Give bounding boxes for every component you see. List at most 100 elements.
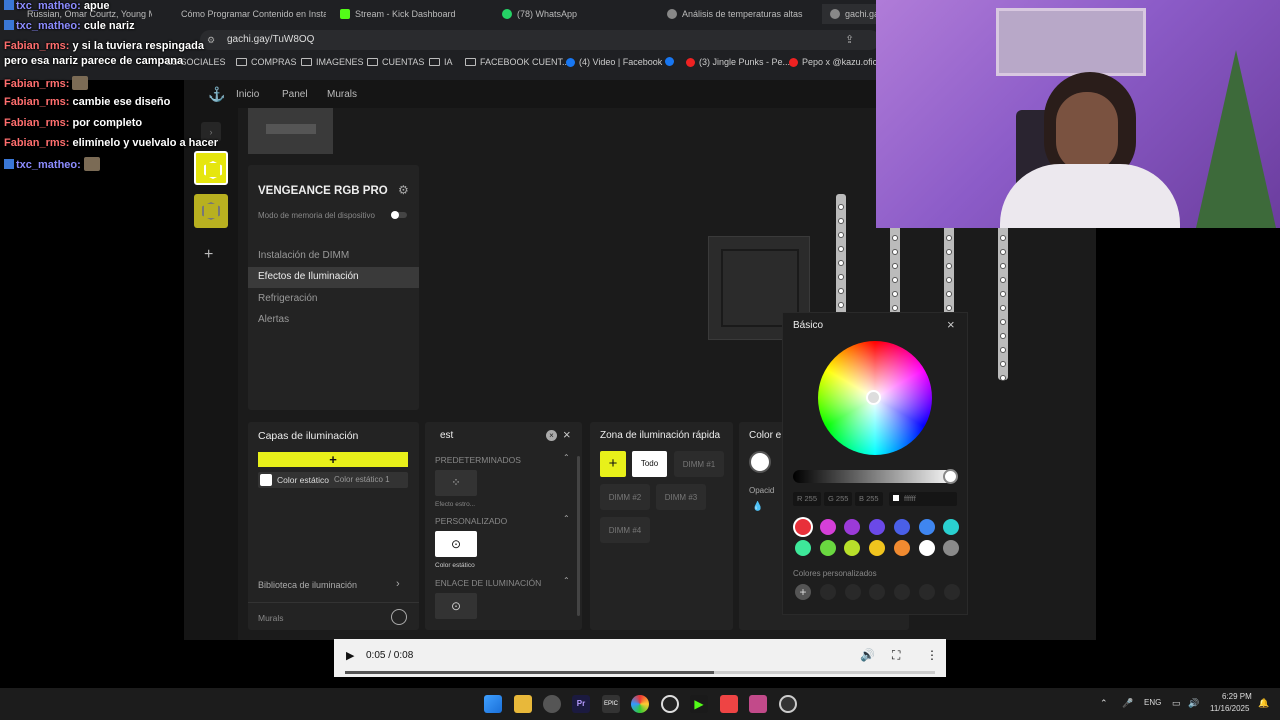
tray-chevron-icon[interactable]: ⌃ (1100, 698, 1108, 709)
color-swatch[interactable] (943, 519, 960, 535)
clock-date[interactable]: 11/16/2025 (1210, 704, 1249, 713)
microphone-icon[interactable]: 🎤 (1122, 698, 1133, 709)
color-swatch[interactable] (918, 519, 935, 535)
menu-lighting-effects[interactable]: Efectos de Iluminación (258, 271, 359, 282)
gear-icon[interactable]: ⚙ (398, 183, 409, 197)
effects-scrollbar[interactable] (577, 456, 580, 616)
nav-inicio[interactable]: Inicio (236, 89, 259, 100)
color-swatch[interactable] (893, 540, 910, 556)
color-swatch[interactable] (819, 540, 836, 556)
custom-color-slot[interactable] (844, 584, 861, 600)
color-swatch[interactable] (819, 519, 836, 535)
windows-start-icon[interactable] (484, 695, 502, 713)
bookmark-facebook-cuentas[interactable]: FACEBOOK CUENT... (465, 57, 570, 67)
current-color-swatch[interactable] (749, 451, 771, 473)
settings-app-icon[interactable] (543, 695, 561, 713)
color-wheel-handle[interactable] (866, 390, 881, 405)
color-swatch[interactable] (893, 519, 910, 535)
custom-color-slot[interactable] (918, 584, 935, 600)
speaker-icon[interactable]: 🔊 (1188, 698, 1199, 709)
nav-panel[interactable]: Panel (282, 89, 308, 100)
site-settings-icon[interactable]: ⚙ (207, 35, 215, 46)
color-swatch[interactable] (795, 540, 811, 556)
brave-icon[interactable] (720, 695, 738, 713)
bookmark-imagenes[interactable]: IMAGENES (301, 57, 364, 67)
brightness-handle[interactable] (943, 469, 958, 484)
r-input[interactable]: R 255 (793, 492, 821, 506)
bookmark-facebook-2[interactable] (665, 57, 674, 66)
effect-preset-button[interactable]: ⁘ (435, 470, 477, 496)
tab-temperatures[interactable]: Análisis de temperaturas altas (667, 4, 817, 24)
nav-murals[interactable]: Murals (327, 89, 357, 100)
color-swatch[interactable] (869, 540, 886, 556)
add-layer-button[interactable]: + (258, 452, 408, 467)
color-wheel[interactable] (818, 341, 932, 455)
color-swatch[interactable] (918, 540, 935, 556)
more-options-icon[interactable]: ⋮ (926, 648, 938, 662)
notifications-icon[interactable]: 🔔 (1258, 698, 1269, 709)
brightness-slider[interactable] (793, 469, 958, 484)
dimm-strip[interactable] (998, 225, 1008, 381)
b-input[interactable]: B 255 (855, 492, 883, 506)
device-secondary-button[interactable] (194, 194, 228, 228)
lighting-library-link[interactable]: Biblioteca de iluminación (258, 580, 357, 590)
volume-icon[interactable]: 🔊 (860, 648, 875, 662)
share-icon[interactable]: ⇪ (845, 33, 854, 46)
close-icon[interactable]: × (563, 427, 571, 442)
zone-dimm3[interactable]: DIMM #3 (656, 484, 706, 510)
language-indicator[interactable]: ENG (1144, 698, 1161, 707)
device-vengeance-button[interactable] (194, 151, 228, 185)
bookmark-cuentas[interactable]: CUENTAS (367, 57, 424, 67)
premiere-icon[interactable]: Pr (572, 695, 590, 713)
tab-instagram-guide[interactable]: Cómo Programar Contenido en Insta... (176, 4, 326, 24)
tab-kick-dashboard[interactable]: Stream - Kick Dashboard (340, 4, 480, 24)
add-custom-color-button[interactable]: + (795, 584, 811, 600)
epic-games-icon[interactable]: EPIC (602, 695, 620, 713)
close-icon[interactable]: × (947, 317, 955, 332)
tab-whatsapp[interactable]: (78) WhatsApp (502, 4, 642, 24)
zone-dimm2[interactable]: DIMM #2 (600, 484, 650, 510)
clear-search-icon[interactable]: × (546, 430, 557, 441)
layer-row[interactable]: Color estático Color estático 1 (258, 472, 408, 488)
video-progress-track[interactable] (345, 671, 935, 674)
file-explorer-icon[interactable] (514, 695, 532, 713)
color-swatch[interactable] (795, 519, 811, 535)
device-thumbnail[interactable] (248, 108, 333, 154)
chevron-up-icon[interactable]: ⌃ (563, 514, 570, 523)
bookmark-facebook-video[interactable]: (4) Video | Facebook (566, 57, 662, 67)
custom-color-slot[interactable] (869, 584, 886, 600)
hex-input[interactable]: ffffff (889, 492, 957, 506)
murals-toggle-icon[interactable] (391, 609, 407, 625)
chevron-up-icon[interactable]: ⌃ (563, 576, 570, 585)
chrome-icon[interactable] (631, 695, 649, 713)
network-icon[interactable]: ▭ (1172, 698, 1181, 709)
fullscreen-icon[interactable]: ⛶ (892, 648, 900, 663)
zone-dimm4[interactable]: DIMM #4 (600, 517, 650, 543)
color-swatch[interactable] (943, 540, 960, 556)
g-input[interactable]: G 255 (824, 492, 852, 506)
lighting-link-button[interactable]: ⊙ (435, 593, 477, 619)
custom-color-slot[interactable] (820, 584, 836, 600)
color-swatch[interactable] (869, 519, 886, 535)
menu-dimm-install[interactable]: Instalación de DIMM (258, 250, 349, 261)
zone-dimm1[interactable]: DIMM #1 (674, 451, 724, 477)
custom-color-slot[interactable] (894, 584, 911, 600)
custom-color-slot[interactable] (943, 584, 960, 600)
active-app-icon[interactable] (749, 695, 767, 713)
static-color-button[interactable]: ⊙ (435, 531, 477, 557)
bookmark-compras[interactable]: COMPRAS (236, 57, 297, 67)
icue-app-icon[interactable] (779, 695, 797, 713)
color-swatch[interactable] (844, 540, 861, 556)
add-device-icon[interactable]: + (204, 246, 213, 264)
effects-search-input[interactable]: est (440, 430, 453, 441)
add-zone-button[interactable]: + (600, 451, 626, 477)
chevron-up-icon[interactable]: ⌃ (563, 453, 570, 462)
play-icon[interactable]: ▶ (346, 649, 354, 662)
tab-gachi[interactable]: gachi.ga (822, 4, 880, 24)
bookmark-jingle-punks[interactable]: (3) Jingle Punks - Pe... (686, 57, 790, 67)
bookmark-ia[interactable]: IA (429, 57, 453, 67)
obs-icon[interactable] (661, 695, 679, 713)
chevron-right-icon[interactable]: › (396, 578, 400, 590)
corsair-logo-icon[interactable]: ⚓ (208, 86, 225, 103)
menu-alerts[interactable]: Alertas (258, 314, 289, 325)
